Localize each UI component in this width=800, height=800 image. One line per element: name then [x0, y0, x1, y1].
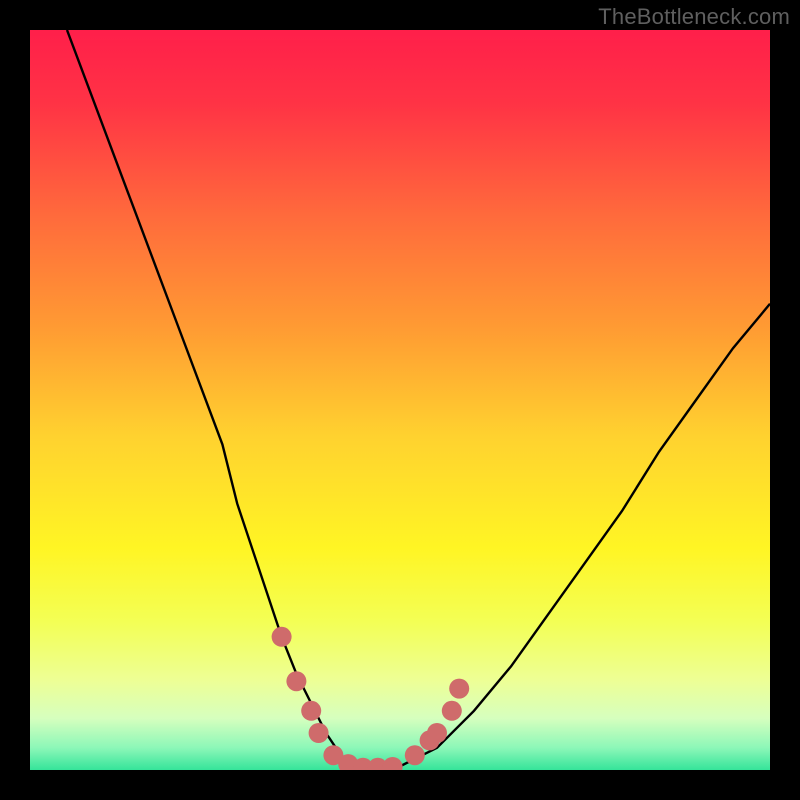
curve-marker — [272, 627, 292, 647]
curve-marker — [427, 723, 447, 743]
curve-marker — [405, 745, 425, 765]
plot-background — [30, 30, 770, 770]
curve-marker — [442, 701, 462, 721]
curve-marker — [286, 671, 306, 691]
chart-frame: TheBottleneck.com — [0, 0, 800, 800]
curve-marker — [449, 679, 469, 699]
bottleneck-chart — [30, 30, 770, 770]
curve-marker — [301, 701, 321, 721]
curve-marker — [309, 723, 329, 743]
watermark-text: TheBottleneck.com — [598, 4, 790, 30]
